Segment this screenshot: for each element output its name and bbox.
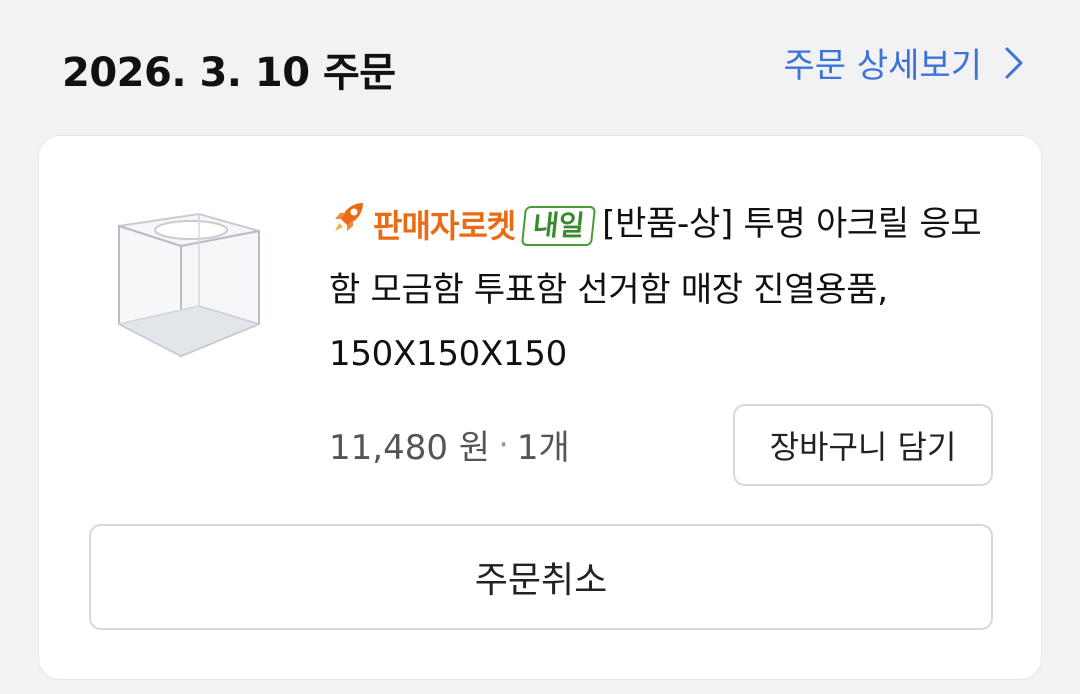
order-header: 2026. 3. 10 주문 주문 상세보기 bbox=[0, 0, 1080, 130]
rocket-icon bbox=[329, 194, 369, 258]
product-quantity: 1개 bbox=[516, 428, 570, 468]
product-title-block[interactable]: 판매자로켓 내일 [반품-상] 투명 아크릴 응모함 모금함 투표함 선거함 매장… bbox=[329, 192, 1009, 386]
seller-rocket-badge: 판매자로켓 bbox=[329, 194, 516, 258]
order-detail-link[interactable]: 주문 상세보기 bbox=[784, 38, 1025, 87]
price-row: 11,480 원 · 1개 bbox=[329, 420, 570, 469]
cancel-order-button[interactable]: 주문취소 bbox=[89, 524, 993, 630]
chevron-right-icon bbox=[1004, 46, 1024, 80]
arrival-badge: 내일 bbox=[521, 205, 597, 246]
product-thumbnail[interactable] bbox=[109, 206, 269, 366]
order-date: 2026. 3. 10 주문 bbox=[62, 50, 396, 96]
product-price: 11,480 원 bbox=[329, 428, 491, 468]
price-separator: · bbox=[498, 424, 509, 465]
add-to-cart-button[interactable]: 장바구니 담기 bbox=[733, 404, 993, 486]
order-detail-link-label: 주문 상세보기 bbox=[783, 46, 983, 86]
order-item-card: 판매자로켓 내일 [반품-상] 투명 아크릴 응모함 모금함 투표함 선거함 매장… bbox=[38, 135, 1042, 680]
seller-rocket-label: 판매자로켓 bbox=[373, 206, 516, 245]
